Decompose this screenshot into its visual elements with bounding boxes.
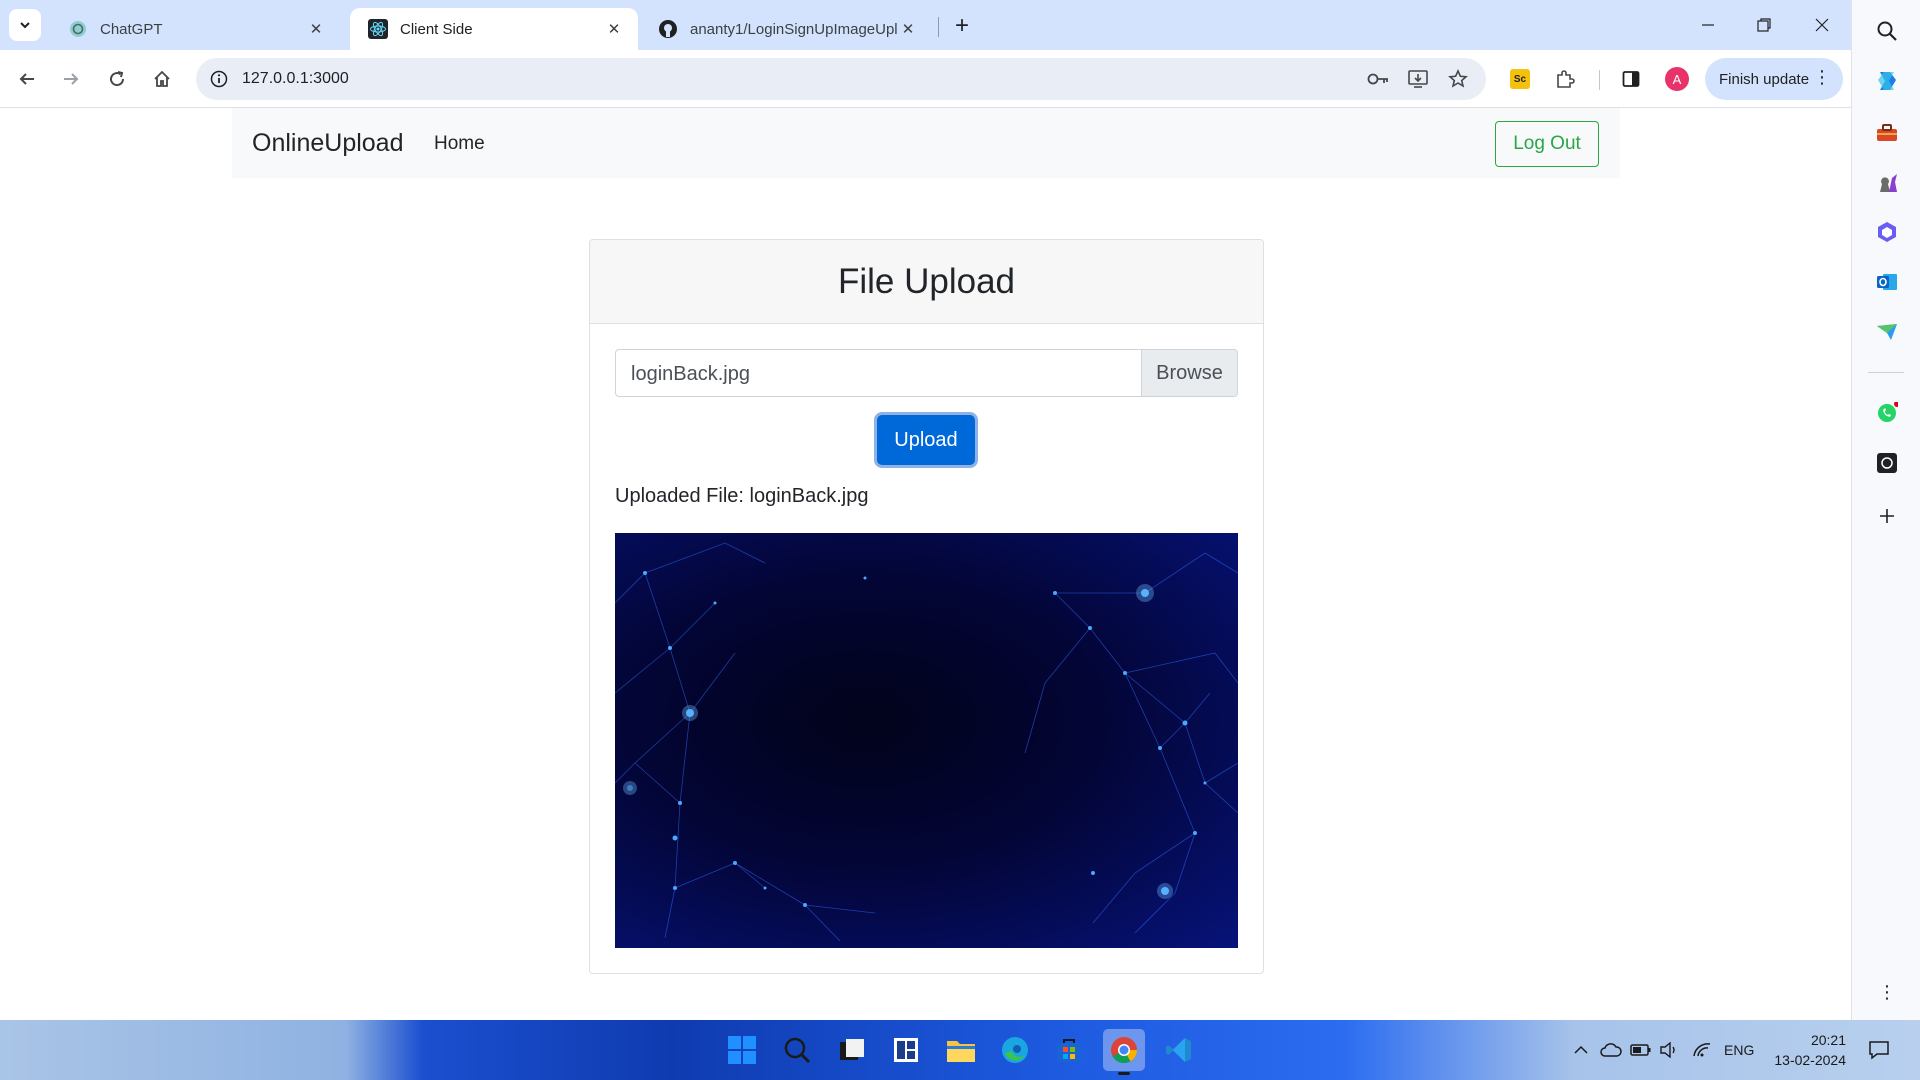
network-background-image — [615, 542, 1238, 942]
tab-strip: ChatGPT ✕ Client Side ✕ ananty1/LoginSig… — [0, 0, 1851, 50]
minimize-icon[interactable] — [1680, 0, 1736, 50]
onedrive-icon[interactable] — [1600, 1020, 1622, 1080]
navbar: OnlineUpload Home Log Out — [232, 108, 1620, 178]
chatgpt-icon — [68, 19, 88, 39]
card-title: File Upload — [837, 261, 1016, 301]
microsoft-365-icon[interactable] — [1872, 217, 1902, 247]
tab-separator — [938, 17, 939, 37]
tab-title: ananty1/LoginSignUpImageUpl — [690, 20, 898, 38]
restore-icon[interactable] — [1736, 0, 1792, 50]
wifi-icon[interactable] — [1692, 1020, 1712, 1080]
chrome-icon[interactable] — [1103, 1029, 1145, 1075]
edge-side-panel: ⋮ — [1851, 0, 1920, 1020]
address-bar[interactable]: 127.0.0.1:3000 — [196, 58, 1486, 100]
briefcase-tools-icon[interactable] — [1872, 118, 1902, 148]
close-icon[interactable]: ✕ — [306, 19, 326, 39]
extension-sc-icon[interactable]: Sc — [1504, 63, 1536, 95]
password-key-icon[interactable] — [1362, 63, 1394, 95]
browser-toolbar: 127.0.0.1:3000 Sc A Finish update ⋮ — [0, 50, 1851, 108]
volume-icon[interactable] — [1659, 1020, 1679, 1080]
windows-taskbar: ENG 20:21 13-02-2024 — [0, 1020, 1920, 1080]
search-icon[interactable] — [776, 1029, 818, 1071]
chevron-down-icon — [20, 22, 30, 29]
card-header: File Upload — [590, 240, 1263, 324]
page-viewport: OnlineUpload Home Log Out File Upload lo… — [0, 108, 1851, 1020]
bookmark-star-icon[interactable] — [1442, 63, 1474, 95]
more-menu-icon: ⋮ — [1813, 67, 1831, 87]
show-hidden-icons[interactable] — [1573, 1020, 1589, 1080]
home-icon[interactable] — [146, 63, 178, 95]
copilot-icon[interactable] — [1872, 66, 1902, 96]
tab-client-side[interactable]: Client Side ✕ — [350, 8, 638, 50]
taskbar-clock[interactable]: 20:21 13-02-2024 — [1760, 1030, 1846, 1070]
new-tab-button[interactable]: + — [948, 12, 976, 40]
uploaded-image-preview — [615, 533, 1238, 948]
file-input-value: loginBack.jpg — [631, 363, 750, 385]
notifications-icon[interactable] — [1868, 1020, 1890, 1080]
search-icon[interactable] — [1872, 16, 1902, 46]
tab-github[interactable]: ananty1/LoginSignUpImageUpl ✕ — [640, 8, 932, 50]
file-upload-card: File Upload loginBack.jpg Browse Upload … — [589, 239, 1264, 974]
add-icon[interactable] — [1872, 501, 1902, 531]
active-app-indicator — [1118, 1072, 1130, 1075]
edge-icon[interactable] — [994, 1029, 1036, 1071]
clock-time: 20:21 — [1810, 1032, 1846, 1048]
upload-button[interactable]: Upload — [877, 415, 975, 465]
sidepanel-divider — [1868, 372, 1904, 373]
finish-update-button[interactable]: Finish update ⋮ — [1705, 58, 1843, 100]
url-text: 127.0.0.1:3000 — [242, 70, 349, 87]
profile-avatar[interactable]: A — [1661, 63, 1693, 95]
tab-chatgpt[interactable]: ChatGPT ✕ — [50, 8, 340, 50]
install-app-icon[interactable] — [1402, 63, 1434, 95]
finish-update-label: Finish update — [1719, 70, 1810, 88]
battery-icon — [1630, 1020, 1652, 1080]
close-icon[interactable]: ✕ — [604, 19, 624, 39]
toolbar-divider — [1599, 70, 1600, 90]
drop-send-icon[interactable] — [1872, 317, 1902, 347]
outlook-icon[interactable] — [1872, 267, 1902, 297]
file-input[interactable]: loginBack.jpg Browse — [615, 349, 1238, 397]
back-icon[interactable] — [11, 63, 43, 95]
site-info-icon[interactable] — [206, 66, 232, 92]
tab-title: ChatGPT — [100, 20, 163, 38]
tab-title: Client Side — [400, 20, 473, 38]
reload-icon[interactable] — [101, 63, 133, 95]
windows-start-icon[interactable] — [721, 1029, 763, 1071]
logout-button[interactable]: Log Out — [1495, 121, 1599, 167]
brand-link[interactable]: OnlineUpload — [252, 129, 404, 158]
forward-icon[interactable] — [55, 63, 87, 95]
uploaded-file-text: Uploaded File: loginBack.jpg — [615, 485, 869, 507]
games-chess-icon[interactable] — [1872, 167, 1902, 197]
language-indicator[interactable]: ENG — [1724, 1020, 1754, 1080]
react-icon — [368, 19, 388, 39]
browse-button[interactable]: Browse — [1141, 350, 1237, 396]
whatsapp-icon[interactable] — [1872, 398, 1902, 428]
file-explorer-icon[interactable] — [940, 1029, 982, 1071]
close-icon[interactable]: ✕ — [898, 19, 918, 39]
sidepanel-more-icon[interactable]: ⋮ — [1872, 977, 1902, 1007]
window-close-icon[interactable] — [1794, 0, 1850, 50]
nav-home-link[interactable]: Home — [434, 133, 485, 155]
vscode-icon[interactable] — [1158, 1029, 1200, 1071]
task-view-icon[interactable] — [831, 1029, 873, 1071]
store-icon[interactable] — [1048, 1029, 1090, 1071]
extensions-puzzle-icon[interactable] — [1549, 63, 1581, 95]
github-icon — [658, 19, 678, 39]
clock-date: 13-02-2024 — [1774, 1052, 1846, 1068]
widgets-icon[interactable] — [885, 1029, 927, 1071]
chatgpt-sidebar-icon[interactable] — [1872, 448, 1902, 478]
tab-search-button[interactable] — [9, 9, 41, 41]
side-panel-icon[interactable] — [1615, 63, 1647, 95]
